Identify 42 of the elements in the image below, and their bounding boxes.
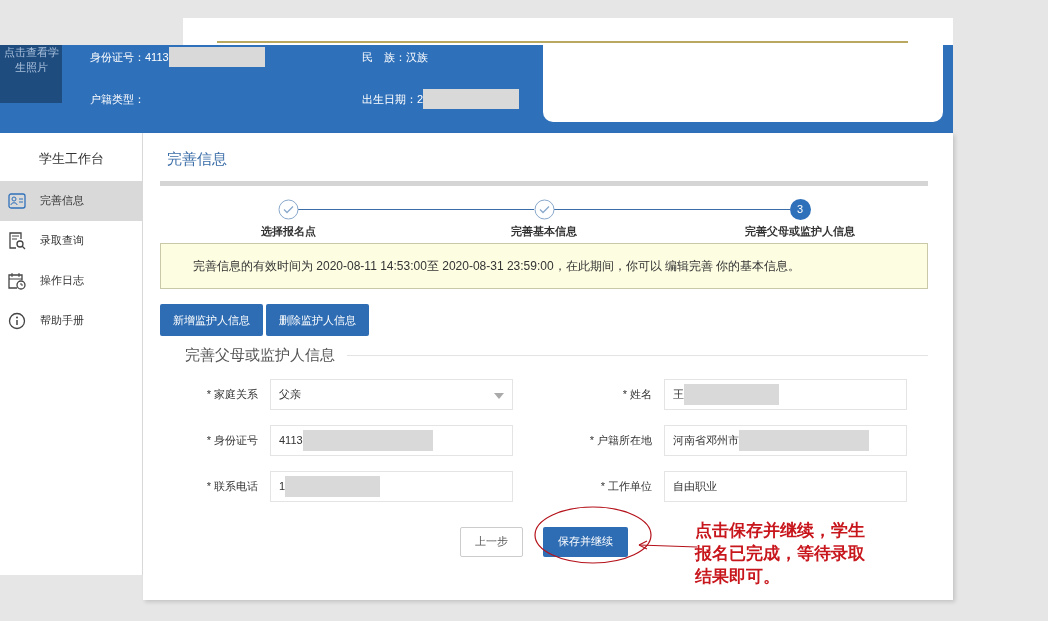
field-value: 4113 [145,49,169,65]
calendar-clock-icon [8,271,26,290]
step-label: 完善父母或监护人信息 [745,223,855,239]
info-icon [8,311,26,330]
field-label: 出生日期： [362,91,417,107]
select-field[interactable]: 父亲 [270,378,513,410]
back-button[interactable]: 上一步 [460,526,523,557]
input-field[interactable]: 河南省邓州市 [664,424,907,456]
photo-caption[interactable]: 点击查看学生照片 [0,45,62,103]
annotation-text: 点击保存并继续，学生报名已完成，等待录取结果即可。 [695,520,866,588]
step-number: 3 [789,198,811,220]
input-field[interactable]: 4113 [270,424,513,456]
input-field[interactable]: 王 [664,378,907,410]
field-label: * 工作单位 [600,479,652,492]
field-value: 2 [417,91,424,107]
id-card-icon [8,192,26,209]
sidebar-item[interactable]: 录取查询 [0,220,142,261]
input-field[interactable]: 自由职业 [664,470,907,502]
sidebar-item[interactable]: 操作日志 [0,260,142,301]
save-button[interactable]: 保存并继续 [543,526,628,557]
action-button[interactable]: 删除监护人信息 [266,303,369,336]
step-label: 选择报名点 [260,223,316,239]
field-value: 汉族 [406,49,428,65]
page-title: 完善信息 [166,149,228,169]
notice-message: 完善信息的有效时间为 2020-08-11 14:53:00至 2020-08-31 23:59:00，在此期间，你可以 编辑完善 你的基本信息。 [160,242,928,289]
field-label: * 联系电话 [206,479,258,492]
field-label: 民 族： [362,49,406,65]
sidebar-title: 学生工作台 [37,150,105,168]
field-label: * 家庭关系 [206,387,258,400]
search-document-icon [8,231,26,250]
field-label: * 身份证号 [206,433,258,446]
sidebar-item[interactable]: 完善信息 [0,180,142,221]
field-label: * 姓名 [622,387,652,400]
input-field[interactable]: 1 [270,470,513,502]
field-label: * 户籍所在地 [589,433,652,446]
field-label: 户籍类型： [90,91,145,107]
field-label: 身份证号： [90,49,145,65]
action-button[interactable]: 新增监护人信息 [160,303,263,336]
sidebar-item[interactable]: 帮助手册 [0,300,142,341]
caret-icon [494,392,504,399]
section-title: 完善父母或监护人信息 [184,345,336,365]
step-label: 完善基本信息 [511,223,577,239]
